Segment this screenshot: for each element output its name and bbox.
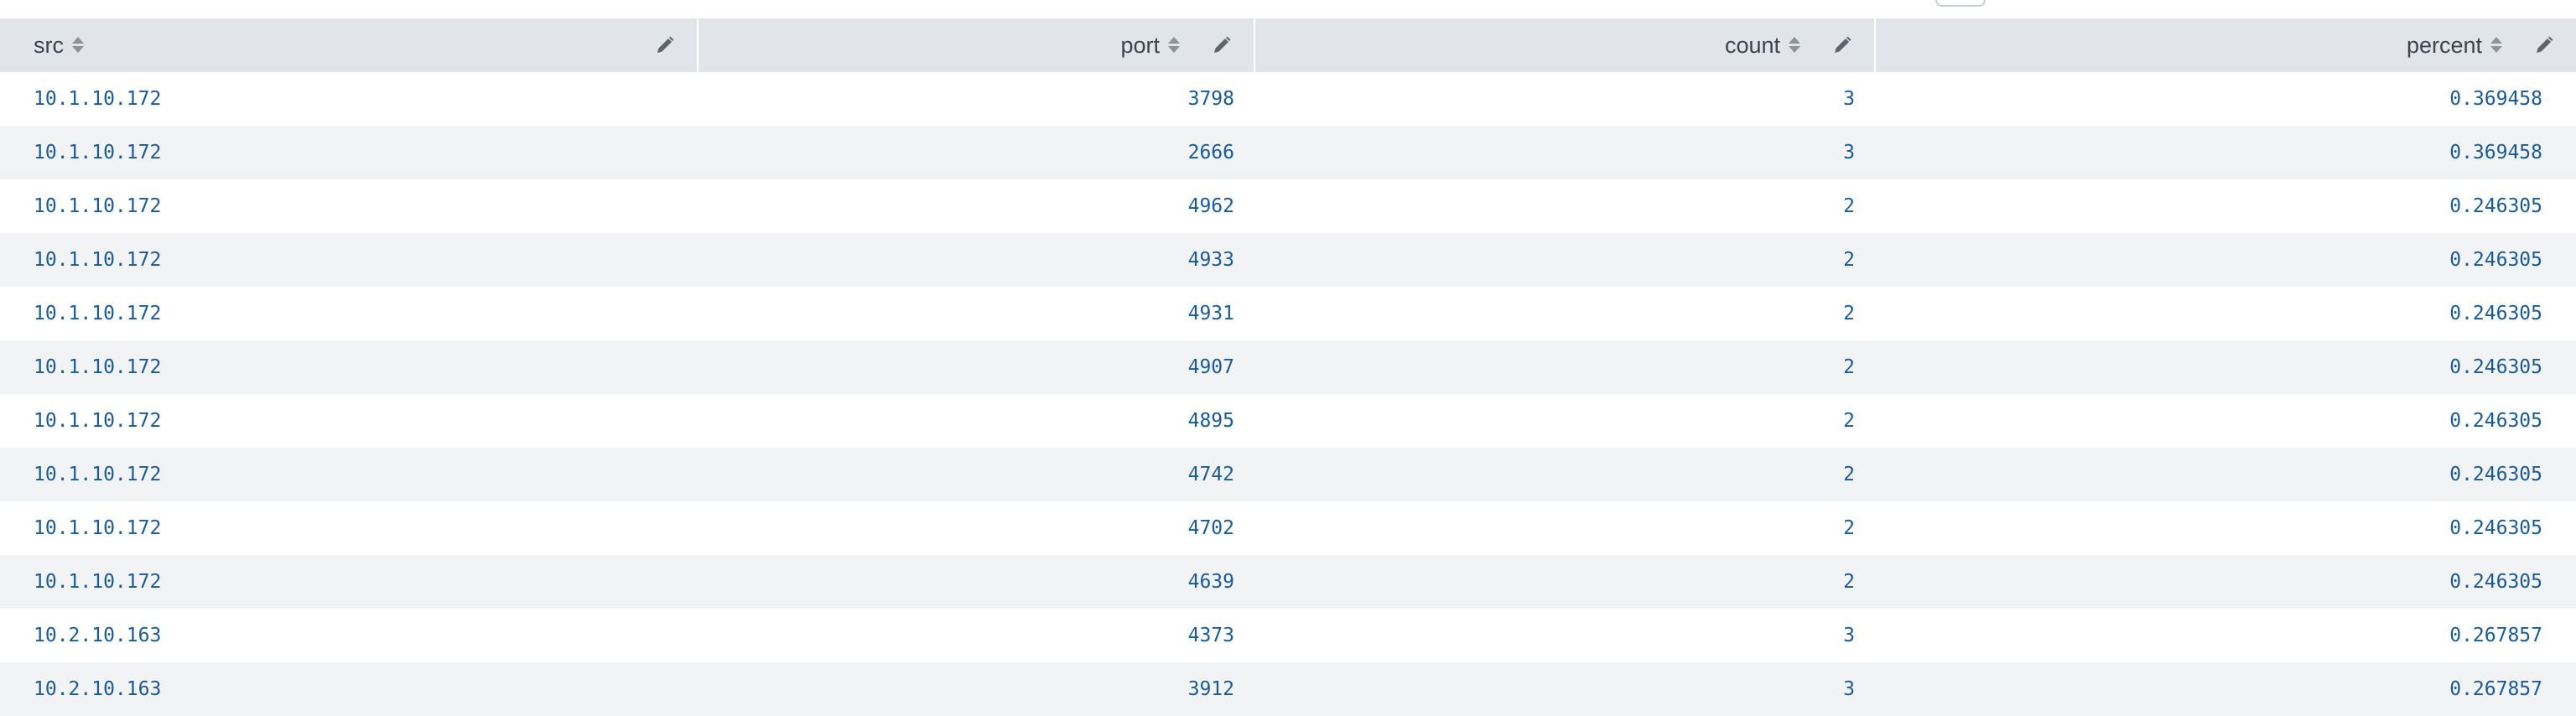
top-strip xyxy=(0,0,2576,18)
cell-percent[interactable]: 0.246305 xyxy=(1875,179,2576,233)
cell-count[interactable]: 2 xyxy=(1254,233,1875,287)
cell-count[interactable]: 2 xyxy=(1254,287,1875,340)
table-row: 10.1.10.172 2666 3 0.369458 xyxy=(0,126,2576,179)
column-header-inner: percent xyxy=(1876,18,2576,72)
cell-count[interactable]: 3 xyxy=(1254,662,1875,716)
results-table: src port count percent 10.1.10.172 3798 3 0.36… xyxy=(0,18,2576,716)
cell-port[interactable]: 4907 xyxy=(698,340,1254,394)
cell-count[interactable]: 2 xyxy=(1254,179,1875,233)
column-header-port[interactable]: port xyxy=(698,18,1255,72)
table-row: 10.2.10.163 3912 3 0.267857 xyxy=(0,662,2576,716)
cell-count[interactable]: 3 xyxy=(1254,72,1875,126)
cell-src[interactable]: 10.2.10.163 xyxy=(0,662,698,716)
table-row: 10.1.10.172 4742 2 0.246305 xyxy=(0,448,2576,501)
cell-count[interactable]: 2 xyxy=(1254,448,1875,501)
column-header-label[interactable]: count xyxy=(1725,33,1780,59)
cell-percent[interactable]: 0.369458 xyxy=(1875,126,2576,179)
cell-src[interactable]: 10.1.10.172 xyxy=(0,179,698,233)
cell-src[interactable]: 10.1.10.172 xyxy=(0,72,698,126)
cell-port[interactable]: 4962 xyxy=(698,179,1254,233)
pencil-icon[interactable] xyxy=(655,35,675,55)
panel-collapse-tab[interactable] xyxy=(1935,0,1986,7)
table-row: 10.1.10.172 4702 2 0.246305 xyxy=(0,501,2576,555)
table-row: 10.1.10.172 4895 2 0.246305 xyxy=(0,394,2576,448)
cell-src[interactable]: 10.1.10.172 xyxy=(0,448,698,501)
cell-src[interactable]: 10.2.10.163 xyxy=(0,609,698,662)
cell-src[interactable]: 10.1.10.172 xyxy=(0,555,698,609)
cell-percent[interactable]: 0.246305 xyxy=(1875,340,2576,394)
header-row: src port count percent xyxy=(0,18,2576,72)
column-header-inner: count xyxy=(1255,18,1874,72)
pencil-icon[interactable] xyxy=(2534,35,2554,55)
cell-percent[interactable]: 0.246305 xyxy=(1875,448,2576,501)
cell-src[interactable]: 10.1.10.172 xyxy=(0,501,698,555)
table-row: 10.1.10.172 4639 2 0.246305 xyxy=(0,555,2576,609)
cell-percent[interactable]: 0.246305 xyxy=(1875,287,2576,340)
cell-count[interactable]: 3 xyxy=(1254,126,1875,179)
table-row: 10.1.10.172 3798 3 0.369458 xyxy=(0,72,2576,126)
cell-percent[interactable]: 0.246305 xyxy=(1875,394,2576,448)
table-row: 10.1.10.172 4907 2 0.246305 xyxy=(0,340,2576,394)
cell-port[interactable]: 4373 xyxy=(698,609,1254,662)
table-row: 10.1.10.172 4931 2 0.246305 xyxy=(0,287,2576,340)
cell-count[interactable]: 2 xyxy=(1254,340,1875,394)
column-header-src[interactable]: src xyxy=(0,18,699,72)
cell-count[interactable]: 2 xyxy=(1254,501,1875,555)
cell-port[interactable]: 4639 xyxy=(698,555,1254,609)
sort-icon[interactable] xyxy=(1168,36,1180,54)
cell-percent[interactable]: 0.246305 xyxy=(1875,555,2576,609)
cell-port[interactable]: 4933 xyxy=(698,233,1254,287)
table-body: 10.1.10.172 3798 3 0.369458 10.1.10.172 2666 3… xyxy=(0,72,2576,716)
table-row: 10.1.10.172 4933 2 0.246305 xyxy=(0,233,2576,287)
cell-count[interactable]: 2 xyxy=(1254,394,1875,448)
cell-percent[interactable]: 0.369458 xyxy=(1875,72,2576,126)
cell-src[interactable]: 10.1.10.172 xyxy=(0,233,698,287)
column-header-percent[interactable]: percent xyxy=(1875,18,2576,72)
table-row: 10.2.10.163 4373 3 0.267857 xyxy=(0,609,2576,662)
sort-icon[interactable] xyxy=(72,36,84,54)
table-row: 10.1.10.172 4962 2 0.246305 xyxy=(0,179,2576,233)
column-header-label[interactable]: src xyxy=(34,33,64,59)
cell-port[interactable]: 2666 xyxy=(698,126,1254,179)
cell-port[interactable]: 4895 xyxy=(698,394,1254,448)
cell-src[interactable]: 10.1.10.172 xyxy=(0,394,698,448)
table-header: src port count percent xyxy=(0,18,2576,72)
cell-port[interactable]: 4742 xyxy=(698,448,1254,501)
cell-port[interactable]: 4931 xyxy=(698,287,1254,340)
search-results-page: src port count percent 10.1.10.172 3798 3 0.36… xyxy=(0,0,2576,716)
sort-icon[interactable] xyxy=(2490,36,2502,54)
pencil-icon[interactable] xyxy=(1212,35,1232,55)
cell-src[interactable]: 10.1.10.172 xyxy=(0,287,698,340)
sort-icon[interactable] xyxy=(1789,36,1800,54)
cell-port[interactable]: 3912 xyxy=(698,662,1254,716)
cell-port[interactable]: 3798 xyxy=(698,72,1254,126)
cell-src[interactable]: 10.1.10.172 xyxy=(0,126,698,179)
column-header-label[interactable]: percent xyxy=(2407,33,2482,59)
cell-count[interactable]: 3 xyxy=(1254,609,1875,662)
column-header-inner: src xyxy=(0,18,697,72)
cell-percent[interactable]: 0.267857 xyxy=(1875,609,2576,662)
pencil-icon[interactable] xyxy=(1832,35,1852,55)
cell-percent[interactable]: 0.246305 xyxy=(1875,501,2576,555)
column-header-count[interactable]: count xyxy=(1254,18,1876,72)
column-header-inner: port xyxy=(699,18,1254,72)
cell-count[interactable]: 2 xyxy=(1254,555,1875,609)
column-header-label[interactable]: port xyxy=(1120,33,1160,59)
cell-port[interactable]: 4702 xyxy=(698,501,1254,555)
cell-percent[interactable]: 0.246305 xyxy=(1875,233,2576,287)
cell-percent[interactable]: 0.267857 xyxy=(1875,662,2576,716)
cell-src[interactable]: 10.1.10.172 xyxy=(0,340,698,394)
